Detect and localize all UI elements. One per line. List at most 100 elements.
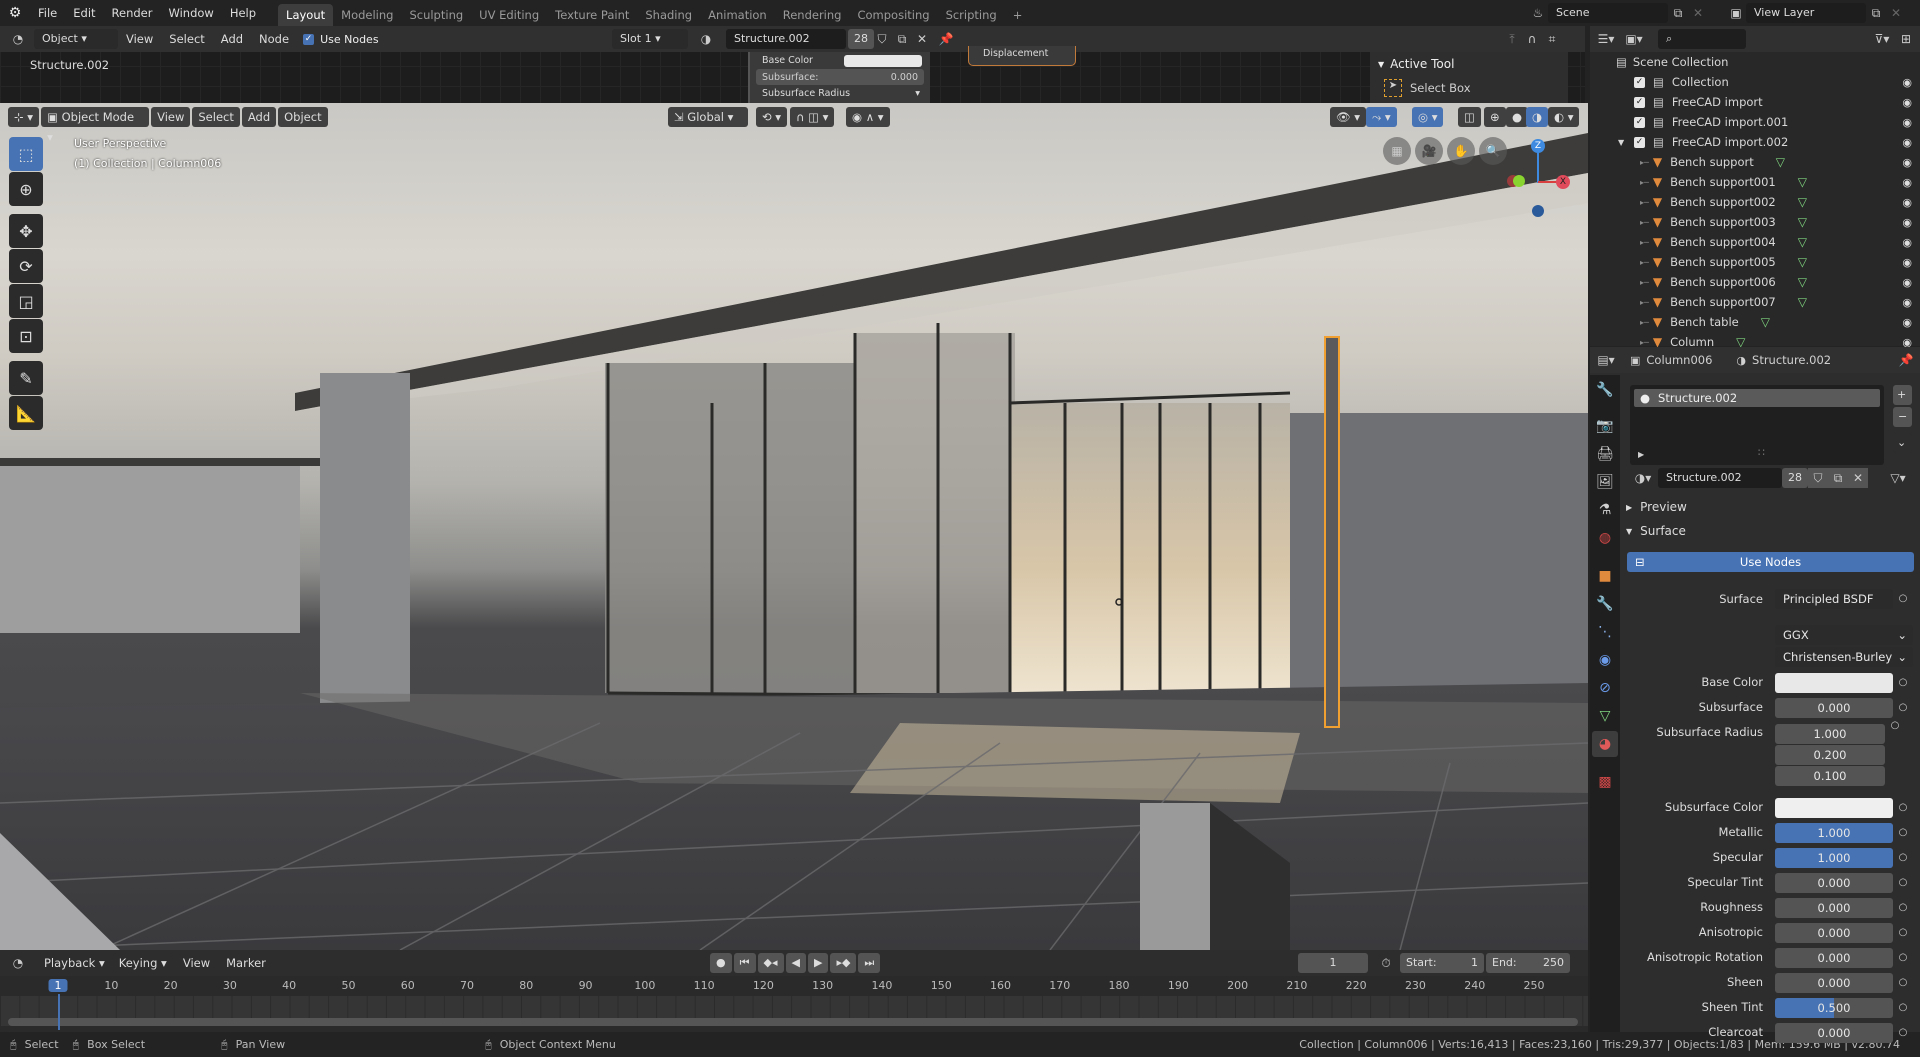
material-tab-icon[interactable]: ◕ xyxy=(1592,731,1618,757)
link-socket-icon[interactable]: ○ xyxy=(1885,720,1905,731)
add-workspace-button[interactable]: + xyxy=(1005,4,1031,26)
scene-tab-icon[interactable]: ⚗ xyxy=(1592,497,1618,523)
playhead[interactable] xyxy=(58,994,60,1030)
grid-view-icon[interactable]: ▦ xyxy=(1383,137,1411,165)
expand-right-icon[interactable]: ▸─ xyxy=(1640,278,1649,287)
tool-tab-icon[interactable]: 🔧 xyxy=(1592,377,1618,403)
annotate-tool-icon[interactable]: ✎ xyxy=(9,361,43,395)
expand-list-icon[interactable]: ▶ xyxy=(1638,450,1644,459)
mesh-data-icon[interactable]: ▽ xyxy=(1798,235,1807,249)
visibility-eye-icon[interactable]: ◉ xyxy=(1902,276,1912,289)
texture-tab-icon[interactable]: ▩ xyxy=(1592,769,1618,795)
3d-viewport[interactable] xyxy=(0,103,1588,950)
new-material-icon[interactable]: ⧉ xyxy=(1828,468,1848,488)
link-socket-icon[interactable]: ○ xyxy=(1893,802,1913,813)
prev-keyframe-button[interactable]: ◆◂ xyxy=(757,953,784,973)
slider-field[interactable]: 0.000 xyxy=(1775,697,1893,718)
outliner-item[interactable]: ▸─ ▼ Bench support006 ▽ ◉ xyxy=(1590,272,1920,292)
xray-toggle[interactable]: ◫ xyxy=(1458,107,1481,127)
start-frame-field[interactable]: Start: 1 xyxy=(1400,953,1484,973)
snap-icon[interactable]: ∩ xyxy=(1522,29,1542,49)
object-type-dropdown[interactable]: Object ▾ xyxy=(34,29,118,49)
link-socket-icon[interactable]: ○ xyxy=(1893,877,1913,888)
tab-scripting[interactable]: Scripting xyxy=(938,4,1005,26)
preview-panel-header[interactable]: ▶ Preview xyxy=(1626,500,1687,514)
use-nodes-checkbox[interactable]: ✓ xyxy=(303,33,315,45)
slider-field[interactable]: 0.000 xyxy=(1775,922,1893,943)
mesh-data-icon[interactable]: ▽ xyxy=(1798,195,1807,209)
mesh-data-icon[interactable]: ▽ xyxy=(1798,295,1807,309)
link-socket-icon[interactable]: ○ xyxy=(1893,1002,1913,1013)
object-tab-icon[interactable]: ■ xyxy=(1592,563,1618,589)
next-keyframe-button[interactable]: ▸◆ xyxy=(830,953,857,973)
expand-right-icon[interactable]: ▸─ xyxy=(1640,318,1649,327)
outliner-item[interactable]: ▸─ ▼ Bench support005 ▽ ◉ xyxy=(1590,252,1920,272)
pan-hand-icon[interactable]: ✋ xyxy=(1447,137,1475,165)
modifier-tab-icon[interactable]: 🔧 xyxy=(1592,591,1618,617)
blender-logo-icon[interactable]: ⚙ xyxy=(0,5,30,21)
node-menu-node[interactable]: Node xyxy=(251,26,297,52)
new-scene-icon[interactable]: ⧉ xyxy=(1668,3,1688,23)
tab-modeling[interactable]: Modeling xyxy=(333,4,401,26)
expand-right-icon[interactable]: ▸─ xyxy=(1640,258,1649,267)
shading-wireframe[interactable]: ⊕ xyxy=(1484,107,1506,127)
slider-field[interactable]: 0.000 xyxy=(1775,872,1893,893)
slot-specials-button[interactable]: ⌄ xyxy=(1893,433,1913,453)
physics-tab-icon[interactable]: ◉ xyxy=(1592,647,1618,673)
x-axis-handle[interactable]: X xyxy=(1556,175,1570,189)
outliner-display-mode-icon[interactable]: ☰▾ xyxy=(1596,29,1616,49)
surface-shader-field[interactable]: Principled BSDF xyxy=(1775,588,1893,609)
mesh-data-icon[interactable]: ▽ xyxy=(1798,175,1807,189)
mesh-data-icon[interactable]: ▽ xyxy=(1761,315,1770,329)
expand-right-icon[interactable]: ▸─ xyxy=(1640,338,1649,347)
material-datablock-field[interactable]: Structure.002 xyxy=(1658,468,1782,488)
resize-handle[interactable]: ∷ xyxy=(1758,446,1765,459)
proportional-edit-toggle[interactable]: ◉ ∧ ▾ xyxy=(846,107,890,127)
collapse-arrow-icon[interactable]: ▼ xyxy=(1378,60,1384,69)
pivot-dropdown[interactable]: ⟲ ▾ xyxy=(756,107,788,127)
constraints-tab-icon[interactable]: ⊘ xyxy=(1592,675,1618,701)
parent-node-icon[interactable]: ⤒ xyxy=(1502,29,1522,49)
exclude-checkbox[interactable]: ✓ xyxy=(1634,136,1645,148)
visibility-eye-icon[interactable]: ◉ xyxy=(1902,256,1912,269)
shading-material[interactable]: ◑ xyxy=(1526,107,1549,127)
tab-shading[interactable]: Shading xyxy=(637,4,700,26)
expand-right-icon[interactable]: ▸─ xyxy=(1640,178,1649,187)
outliner-root[interactable]: ▤ Scene Collection xyxy=(1590,52,1920,72)
outliner-item[interactable]: ▸─ ▼ Bench support007 ▽ ◉ xyxy=(1590,292,1920,312)
scale-tool-icon[interactable]: ◲ xyxy=(9,284,43,318)
vector-component-field[interactable]: 0.100 xyxy=(1775,766,1885,786)
outliner-item[interactable]: ▼ ✓ ▤ FreeCAD import.002 ◉ xyxy=(1590,132,1920,152)
outliner-item[interactable]: ▸─ ▼ Bench support001 ▽ ◉ xyxy=(1590,172,1920,192)
mode-dropdown[interactable]: ▣ Object Mode ▾ xyxy=(41,107,150,144)
outliner-item[interactable]: ✓ ▤ Collection ◉ xyxy=(1590,72,1920,92)
viewport-menu-add[interactable]: Add xyxy=(241,107,277,127)
viewport-menu-view[interactable]: View xyxy=(151,107,191,127)
surface-panel-header[interactable]: ▼ Surface xyxy=(1626,524,1686,538)
link-socket-icon[interactable]: ○ xyxy=(1893,702,1913,713)
fake-user-icon[interactable]: ⛉ xyxy=(872,29,892,49)
fake-user-toggle-icon[interactable]: ⛉ xyxy=(1808,468,1828,488)
expand-right-icon[interactable]: ▸─ xyxy=(1640,198,1649,207)
duplicate-material-icon[interactable]: ⧉ xyxy=(892,29,912,49)
overlay-toggle[interactable]: ◎ ▾ xyxy=(1412,107,1444,127)
slider-field[interactable]: 0.000 xyxy=(1775,972,1893,993)
jump-end-button[interactable]: ⏭ xyxy=(858,953,881,973)
timeline-editor-icon[interactable]: ◔ xyxy=(8,953,28,973)
scene-field[interactable]: Scene xyxy=(1548,3,1668,23)
visibility-eye-icon[interactable]: ◉ xyxy=(1902,76,1912,89)
orientation-dropdown[interactable]: ⇲ Global ▾ xyxy=(668,107,748,127)
visibility-eye-icon[interactable]: ◉ xyxy=(1902,136,1912,149)
menu-render[interactable]: Render xyxy=(104,0,161,26)
editor-type-button[interactable]: ⊹ ▾ xyxy=(8,107,40,127)
tab-rendering[interactable]: Rendering xyxy=(775,4,850,26)
new-collection-icon[interactable]: ⊞ xyxy=(1896,29,1916,49)
tab-layout[interactable]: Layout xyxy=(278,4,334,26)
stopwatch-icon[interactable]: ⏱ xyxy=(1376,953,1396,973)
node-menu-select[interactable]: Select xyxy=(161,26,212,52)
menu-file[interactable]: File xyxy=(30,0,65,26)
outliner-item[interactable]: ▸─ ▼ Bench support003 ▽ ◉ xyxy=(1590,212,1920,232)
link-socket-icon[interactable]: ○ xyxy=(1893,1027,1913,1038)
tab-animation[interactable]: Animation xyxy=(700,4,775,26)
exclude-checkbox[interactable]: ✓ xyxy=(1634,76,1645,88)
